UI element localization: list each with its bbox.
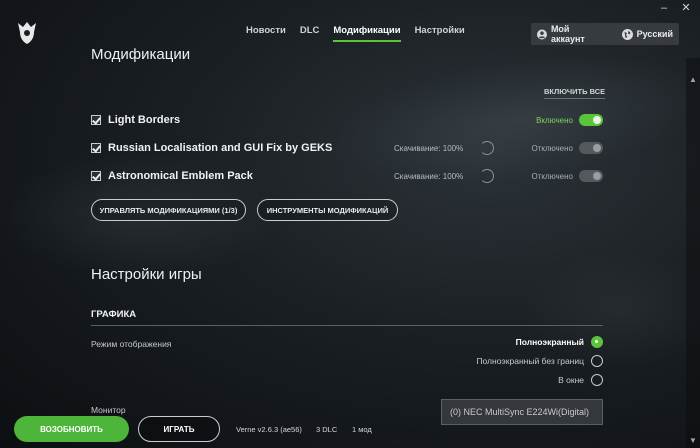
minimize-button[interactable]: – (658, 2, 670, 14)
tab-mods[interactable]: Модификации (333, 25, 401, 42)
mods-title: Модификации (91, 46, 191, 63)
account-bar: Мой аккаунт Русский (531, 23, 679, 45)
radio-button[interactable] (591, 355, 603, 367)
display-mode-option[interactable]: В окне (558, 374, 603, 386)
bottom-bar: ВОЗОБНОВИТЬ ИГРАТЬ Verne v2.6.3 (ae56) 3… (0, 408, 700, 448)
user-icon (537, 29, 547, 39)
mod-toggle[interactable] (579, 114, 603, 126)
display-mode-option-label: Полноэкранный без границ (476, 356, 584, 366)
download-spinner-icon (480, 169, 494, 183)
top-navigation: Новости DLC Модификации Настройки (246, 25, 465, 42)
mod-count: 1 мод (352, 425, 372, 434)
mod-checkbox[interactable] (91, 143, 101, 153)
tab-news[interactable]: Новости (246, 25, 286, 42)
paradox-logo-icon (18, 22, 36, 44)
graphics-section-title: ГРАФИКА (91, 309, 137, 320)
display-mode-option-label: В окне (558, 375, 584, 385)
window-controls: – ✕ (658, 2, 692, 14)
display-mode-label: Режим отображения (91, 339, 172, 349)
mod-row: Russian Localisation and GUI Fix by GEKS… (91, 139, 603, 157)
game-version: Verne v2.6.3 (ae56) (236, 425, 302, 434)
tab-dlc[interactable]: DLC (300, 25, 320, 42)
mod-checkbox[interactable] (91, 115, 101, 125)
language-button[interactable]: Русский (621, 28, 673, 40)
section-divider (91, 325, 603, 326)
my-account-button[interactable]: Мой аккаунт (537, 24, 601, 44)
enable-all-link[interactable]: ВКЛЮЧИТЬ ВСЕ (544, 87, 606, 99)
download-spinner-icon (480, 141, 494, 155)
resume-button[interactable]: ВОЗОБНОВИТЬ (14, 416, 129, 442)
globe-icon (621, 28, 633, 40)
mod-row: Light Borders Включено (91, 111, 603, 129)
manage-mods-button[interactable]: УПРАВЛЯТЬ МОДИФИКАЦИЯМИ (1/3) (91, 199, 246, 221)
mod-name: Astronomical Emblem Pack (108, 170, 253, 182)
mod-state: Включено (536, 115, 573, 125)
scrollbar[interactable] (686, 58, 700, 448)
mod-name: Light Borders (108, 114, 181, 126)
download-status: Скачивание: 100% (394, 171, 464, 181)
display-mode-option[interactable]: Полноэкранный без границ (476, 355, 603, 367)
tab-settings[interactable]: Настройки (415, 25, 465, 42)
mod-checkbox[interactable] (91, 171, 101, 181)
mod-tools-button[interactable]: ИНСТРУМЕНТЫ МОДИФИКАЦИЙ (257, 199, 398, 221)
scroll-up-icon[interactable]: ▲ (688, 75, 698, 85)
mod-toggle[interactable] (579, 142, 603, 154)
play-button[interactable]: ИГРАТЬ (138, 416, 220, 442)
background-ship-shape (520, 250, 700, 370)
my-account-label: Мой аккаунт (550, 24, 585, 44)
mod-toggle[interactable] (579, 170, 603, 182)
mod-state: Отключено (531, 171, 573, 181)
mod-state: Отключено (531, 143, 573, 153)
display-mode-option[interactable]: Полноэкранный (516, 336, 603, 348)
download-status: Скачивание: 100% (394, 143, 464, 153)
radio-button[interactable] (591, 374, 603, 386)
mod-name: Russian Localisation and GUI Fix by GEKS (108, 142, 333, 154)
dlc-count: 3 DLC (316, 425, 338, 434)
game-settings-title: Настройки игры (91, 266, 202, 283)
close-button[interactable]: ✕ (680, 2, 692, 14)
mod-row: Astronomical Emblem Pack Скачивание: 100… (91, 167, 603, 185)
display-mode-option-label: Полноэкранный (515, 337, 584, 347)
language-label: Русский (636, 29, 673, 39)
radio-button[interactable] (591, 336, 603, 348)
